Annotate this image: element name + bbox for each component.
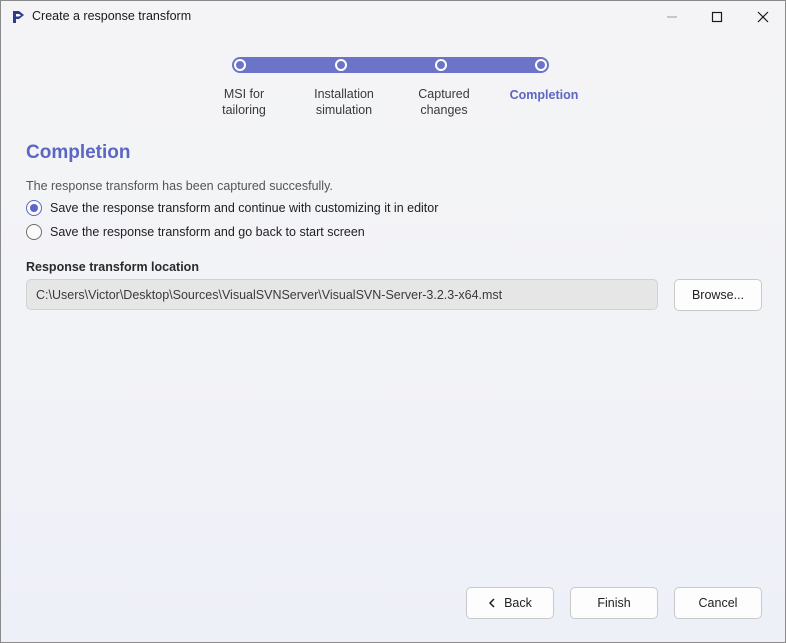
option-continue-editor[interactable]: Save the response transform and continue… <box>26 199 438 217</box>
step-label-msi: MSI for tailoring <box>222 87 266 117</box>
back-button-label: Back <box>504 596 532 610</box>
finish-button[interactable]: Finish <box>570 587 658 619</box>
cancel-button[interactable]: Cancel <box>674 587 762 619</box>
option-label: Save the response transform and continue… <box>50 201 439 215</box>
radio-back-to-start[interactable] <box>26 224 42 240</box>
wizard-progress-track <box>232 57 549 73</box>
status-message: The response transform has been captured… <box>26 179 333 193</box>
step-label-completion: Completion <box>509 88 579 102</box>
chevron-left-icon <box>488 598 496 608</box>
location-path-field[interactable]: C:\Users\Victor\Desktop\Sources\VisualSV… <box>26 279 658 310</box>
option-back-to-start[interactable]: Save the response transform and go back … <box>26 223 365 241</box>
location-label: Response transform location <box>26 260 199 274</box>
step-label-captured: Captured changes <box>418 87 470 117</box>
app-logo-icon <box>10 9 26 25</box>
step-dot-installation <box>335 59 347 71</box>
option-label: Save the response transform and go back … <box>50 225 365 239</box>
title-bar: Create a response transform <box>1 1 785 32</box>
dialog-window: Create a response transform MSI for tail… <box>0 0 786 643</box>
back-button[interactable]: Back <box>466 587 554 619</box>
radio-continue-editor[interactable] <box>26 200 42 216</box>
browse-button[interactable]: Browse... <box>674 279 762 311</box>
maximize-button[interactable] <box>694 1 740 32</box>
page-title: Completion <box>26 142 131 163</box>
window-title: Create a response transform <box>32 9 192 23</box>
step-dot-msi <box>234 59 246 71</box>
close-button[interactable] <box>740 1 786 32</box>
step-dot-completion <box>535 59 547 71</box>
step-dot-captured <box>435 59 447 71</box>
close-icon <box>757 11 769 22</box>
minimize-icon <box>667 16 677 17</box>
minimize-button[interactable] <box>649 1 695 32</box>
step-label-installation: Installation simulation <box>314 87 374 117</box>
maximize-icon <box>711 11 723 22</box>
